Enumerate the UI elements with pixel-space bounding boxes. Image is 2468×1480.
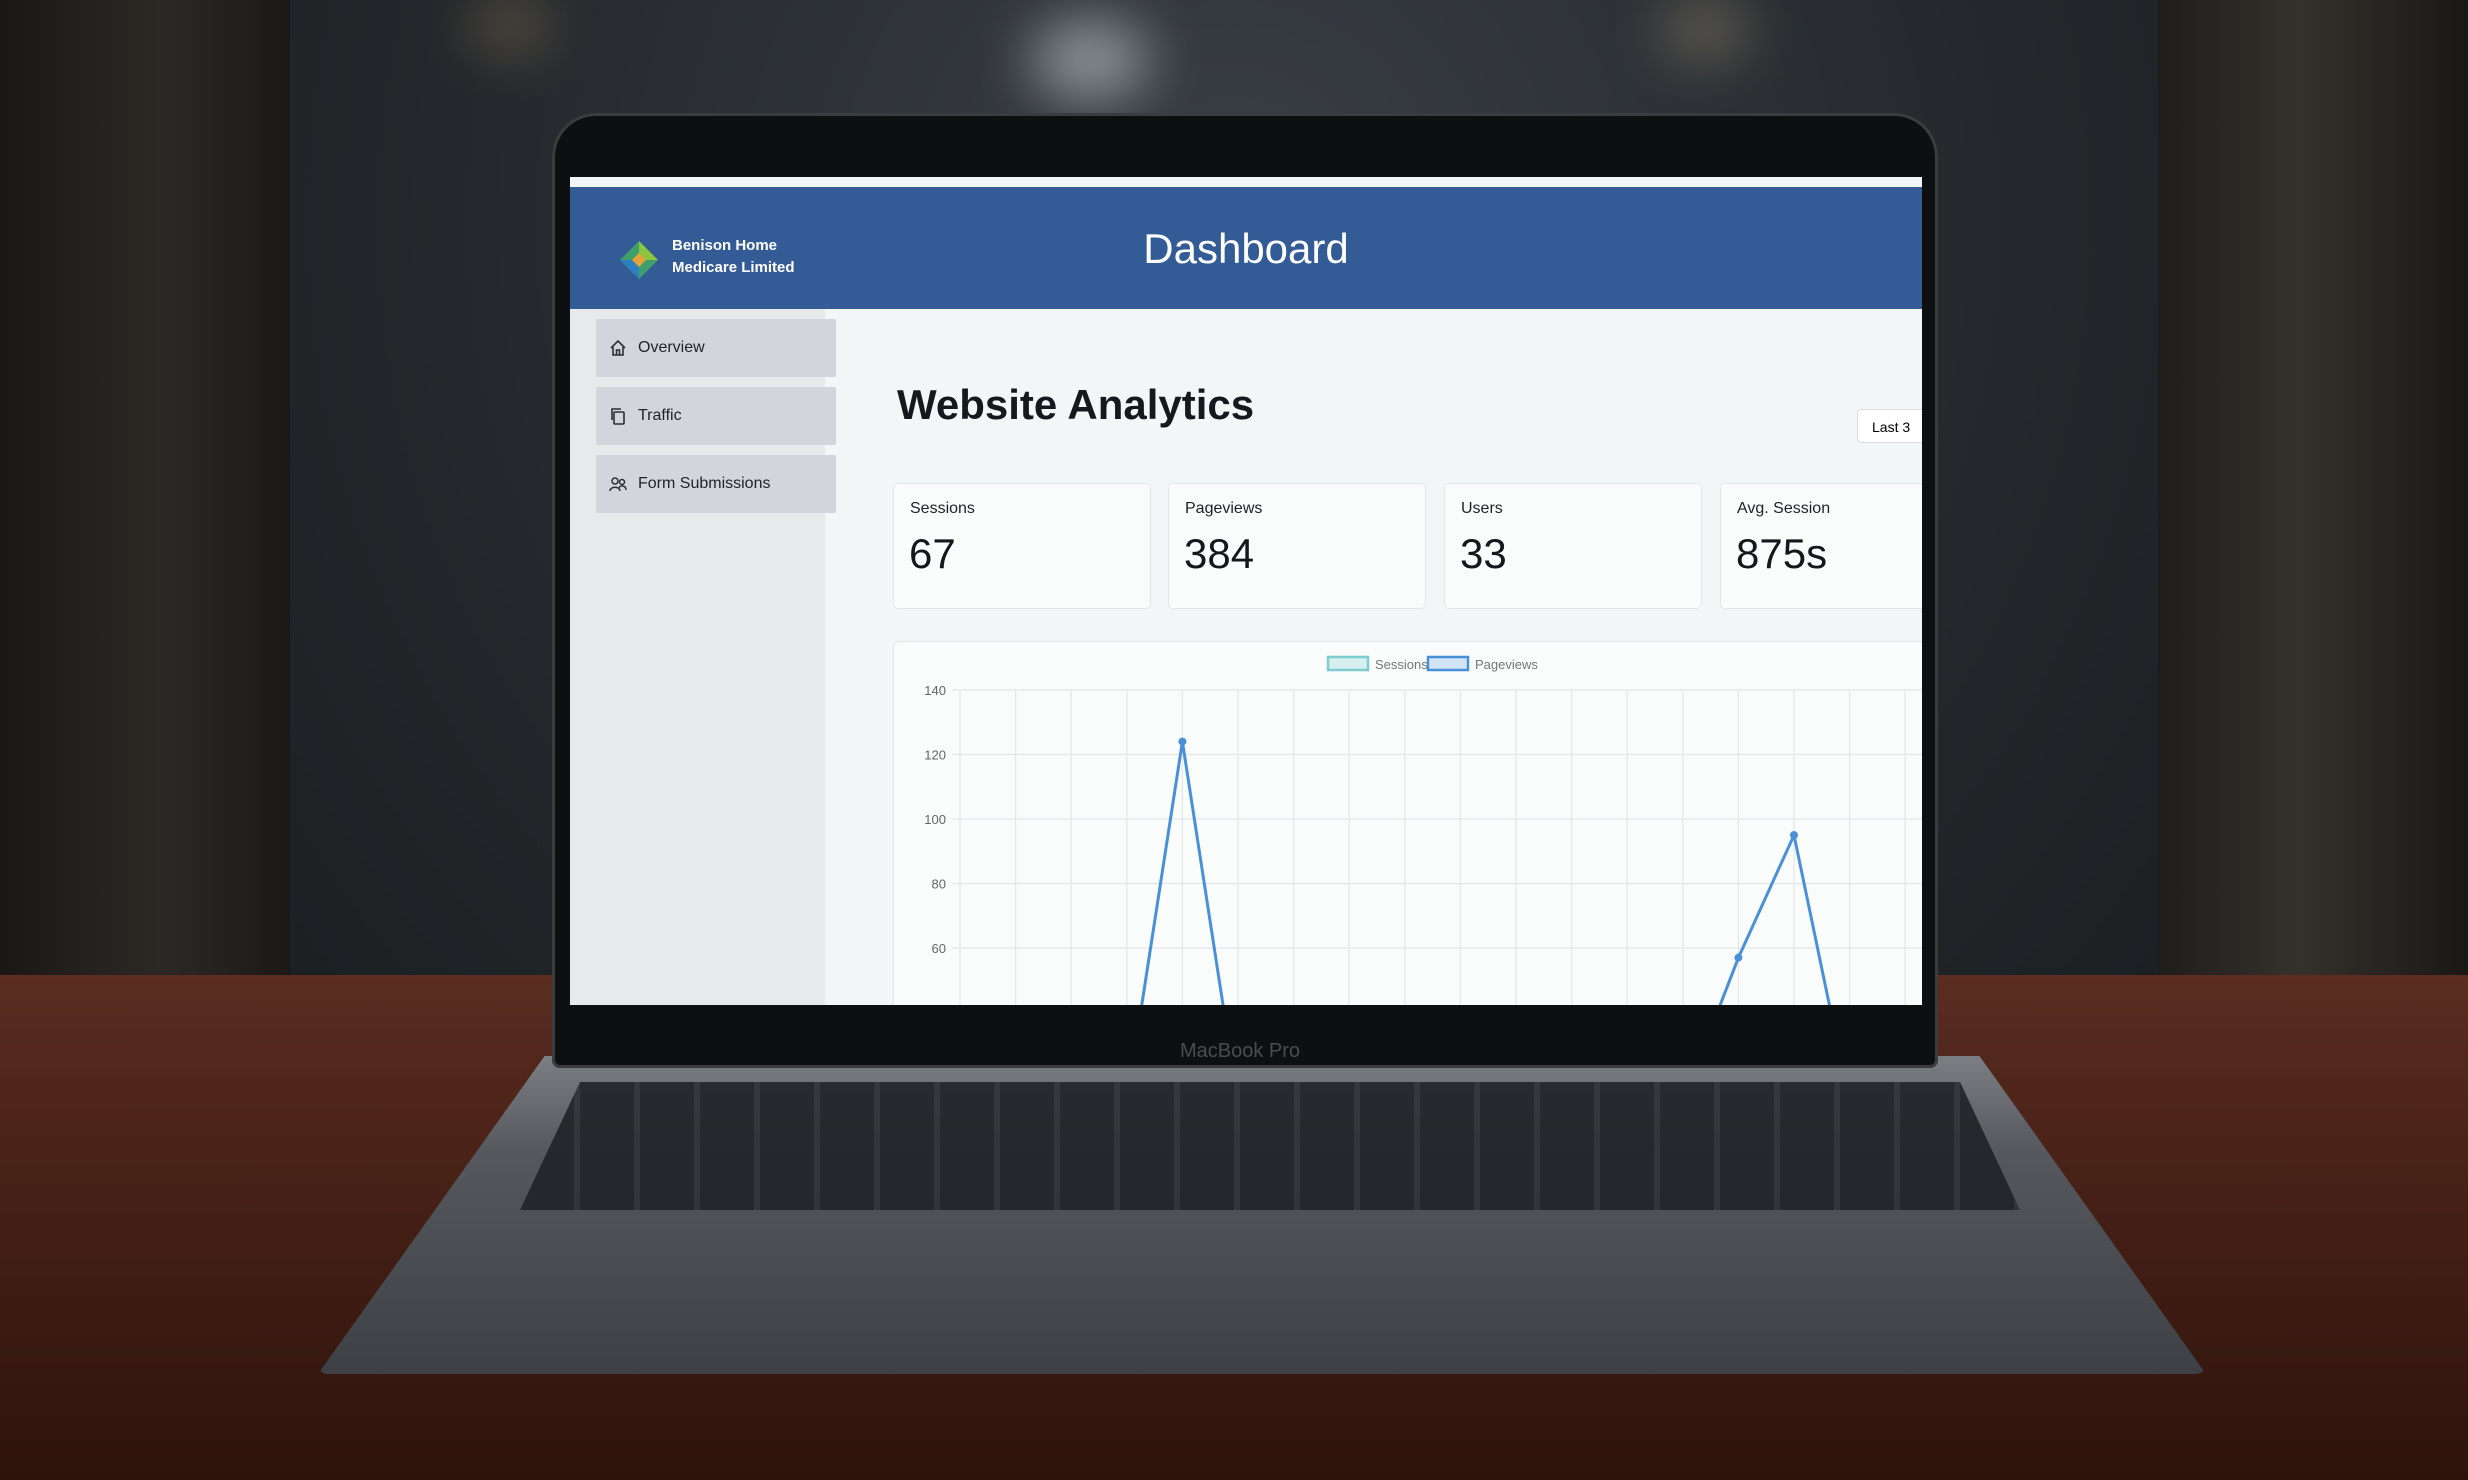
sidebar: Overview Traffic Form Submissions [570,309,836,1005]
y-tick-label: 100 [924,812,946,827]
stat-label: Pageviews [1185,500,1263,517]
date-range-select[interactable]: Last 3 [1857,409,1922,443]
legend-swatch-sessions [1326,655,1370,672]
stat-value: 875s [1736,530,1828,577]
home-icon [610,339,626,356]
y-tick-label: 60 [932,941,946,956]
sidebar-item-label: Form Submissions [638,475,771,492]
laptop-screen: Benison Home Medicare Limited Dashboard … [570,177,1922,1005]
main-content: Website Analytics Last 3 Sessions 67 Pag… [825,309,1922,1005]
sidebar-item-label: Traffic [638,407,682,424]
app-header: Benison Home Medicare Limited Dashboard [570,187,1922,309]
section-title: Website Analytics [897,381,1255,428]
users-icon [609,477,627,492]
copy-icon [611,408,625,425]
stat-card-users: Users 33 [1444,483,1702,609]
sidebar-item-form-submissions[interactable]: Form Submissions [596,455,836,513]
data-point-pageviews [1790,831,1798,840]
y-tick-label: 120 [924,748,946,763]
background-wall-right [2158,0,2468,1000]
sidebar-item-label: Overview [638,339,705,356]
legend-swatch-pageviews [1426,655,1470,672]
data-point-pageviews [1178,737,1187,746]
stat-label: Sessions [910,500,975,517]
stat-label: Avg. Session [1737,500,1831,517]
stat-value: 67 [909,530,956,577]
legend-label-sessions: Sessions [1375,657,1428,672]
sidebar-item-traffic[interactable]: Traffic [596,387,836,445]
analytics-chart: 140 120 100 80 60 Sessions Pageviews [893,641,1922,1005]
y-tick-label: 80 [932,877,946,892]
stat-card-sessions: Sessions 67 [893,483,1151,609]
line-chart: 140 120 100 80 60 Sessions Pageviews [924,655,1922,1005]
stat-label: Users [1461,500,1503,517]
laptop-model-label: MacBook Pro [1179,1040,1301,1062]
data-point-pageviews [1734,953,1743,962]
stat-card-pageviews: Pageviews 384 [1168,483,1426,609]
stat-card-avg-session: Avg. Session 875s [1720,483,1922,609]
background-light [1660,0,1750,60]
background-light [470,0,550,50]
series-line-pageviews [1718,830,1831,1005]
background-wall-left [0,0,290,1000]
legend-label-pageviews: Pageviews [1475,657,1538,672]
y-tick-label: 140 [924,683,946,698]
laptop-keyboard [520,1082,2020,1210]
stat-value: 384 [1184,530,1255,577]
background-light [1030,20,1150,100]
sidebar-item-overview[interactable]: Overview [596,319,836,377]
page-title: Dashboard [1143,225,1349,272]
stat-value: 33 [1460,530,1507,577]
